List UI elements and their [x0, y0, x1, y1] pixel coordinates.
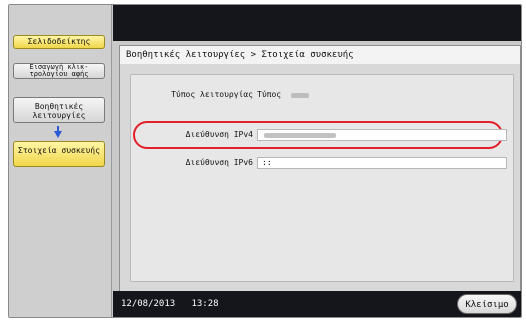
ipv6-value: ::: [262, 158, 272, 167]
device-screen-frame: Σελιδοδείκτης Εισαγωγή κλικ- τρολογίου α…: [0, 0, 526, 320]
sidebar-item-device-info[interactable]: Στοιχεία συσκευής: [13, 141, 105, 167]
device-info-panel: Τύπος λειτουργίας Τύπος Διεύθυνση IPv4 Δ…: [130, 74, 514, 282]
breadcrumb: Βοηθητικές λειτουργίες > Στοιχεία συσκευ…: [120, 46, 520, 64]
touch-panel: Σελιδοδείκτης Εισαγωγή κλικ- τρολογίου α…: [8, 4, 522, 318]
redacted-value: [291, 93, 309, 98]
top-bar: [113, 5, 521, 41]
row-label: Διεύθυνση IPv4: [185, 130, 253, 139]
date-text: 12/08/2013: [121, 299, 176, 309]
row-label: Τύπος λειτουργίας: [171, 90, 253, 99]
touch-keypad-input-button[interactable]: Εισαγωγή κλικ- τρολογίου αφής: [13, 63, 105, 79]
row-ipv4: Διεύθυνση IPv4: [137, 127, 507, 143]
ipv6-field: ::: [257, 157, 507, 169]
datetime: 12/08/2013 13:28: [121, 291, 219, 317]
redacted-ip: [264, 133, 336, 138]
close-button[interactable]: Κλείσιμο: [457, 294, 517, 314]
bookmark-button[interactable]: Σελιδοδείκτης: [13, 35, 105, 49]
status-bar: 12/08/2013 13:28 Κλείσιμο: [113, 291, 521, 317]
main-panel: Βοηθητικές λειτουργίες > Στοιχεία συσκευ…: [119, 45, 521, 293]
row-function-type: Τύπος λειτουργίας Τύπος: [137, 87, 507, 103]
time-text: 13:28: [191, 299, 219, 309]
sidebar-item-help-functions[interactable]: Βοηθητικές λειτουργίες: [13, 97, 105, 123]
row-label: Διεύθυνση IPv6: [185, 158, 253, 167]
row-value: Τύπος: [257, 90, 282, 99]
sidebar: Σελιδοδείκτης Εισαγωγή κλικ- τρολογίου α…: [9, 5, 112, 317]
arrow-down-icon: [54, 131, 62, 138]
ipv4-field: [257, 129, 507, 141]
row-ipv6: Διεύθυνση IPv6 ::: [137, 155, 507, 171]
